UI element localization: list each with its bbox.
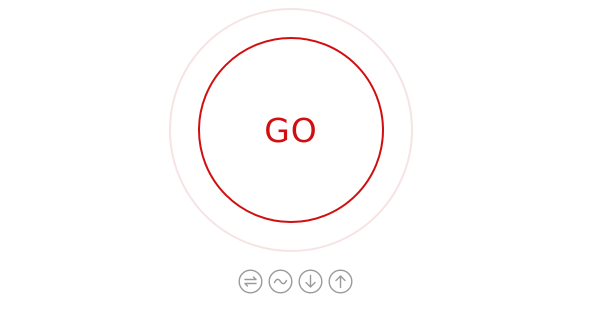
arrow-up-icon[interactable] xyxy=(328,269,353,294)
go-button-label: GO xyxy=(264,110,318,150)
swap-arrows-icon[interactable] xyxy=(238,269,263,294)
wave-icon[interactable] xyxy=(268,269,293,294)
control-icon-bar xyxy=(238,269,358,295)
go-button[interactable]: GO xyxy=(198,37,384,223)
arrow-down-icon[interactable] xyxy=(298,269,323,294)
